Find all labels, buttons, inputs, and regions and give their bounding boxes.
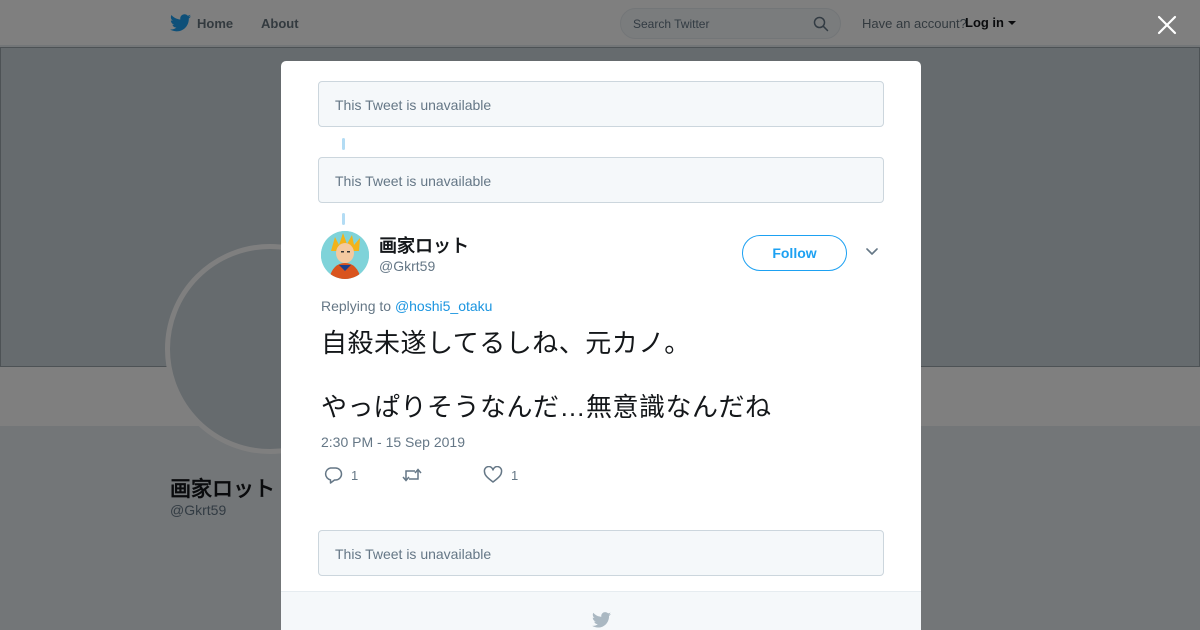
retweet-icon (402, 468, 422, 482)
tweet-modal: This Tweet is unavailable This Tweet is … (281, 61, 921, 630)
tweet-text-line: やっぱりそうなんだ…無意識なんだね (321, 392, 772, 422)
tweet-timestamp[interactable]: 2:30 PM - 15 Sep 2019 (321, 434, 465, 450)
author-handle[interactable]: @Gkrt59 (379, 258, 435, 274)
unavailable-text: This Tweet is unavailable (335, 97, 492, 113)
tweet-text-line: 自殺未遂してるしね、元カノ。 (321, 328, 691, 358)
reply-count: 1 (351, 468, 359, 483)
modal-footer (281, 591, 921, 630)
replying-to: Replying to @hoshi5_otaku (321, 298, 492, 314)
author-avatar[interactable] (321, 231, 369, 279)
close-icon[interactable] (1156, 14, 1178, 36)
like-icon (483, 466, 503, 483)
thread-connector (342, 138, 345, 150)
follow-button[interactable]: Follow (742, 235, 847, 271)
author-name[interactable]: 画家ロット (379, 232, 469, 258)
replying-to-link[interactable]: @hoshi5_otaku (395, 298, 493, 314)
unavailable-tweet: This Tweet is unavailable (318, 530, 884, 576)
like-count: 1 (511, 468, 519, 483)
twitter-bird-icon (592, 612, 611, 628)
unavailable-text: This Tweet is unavailable (335, 546, 492, 562)
thread-connector (342, 213, 345, 225)
reply-icon (324, 467, 343, 484)
unavailable-tweet: This Tweet is unavailable (318, 157, 884, 203)
replying-prefix: Replying to (321, 298, 392, 314)
unavailable-text: This Tweet is unavailable (335, 173, 492, 189)
chevron-down-icon[interactable] (865, 247, 879, 257)
unavailable-tweet: This Tweet is unavailable (318, 81, 884, 127)
